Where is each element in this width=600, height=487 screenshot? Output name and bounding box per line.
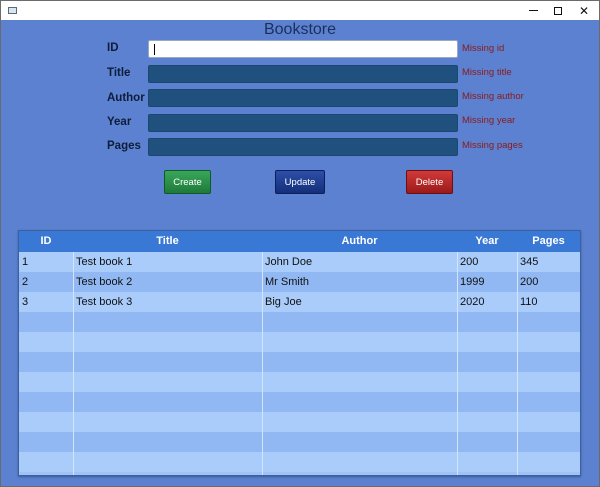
page-title: Bookstore	[263, 21, 337, 38]
cell-author: Mr Smith	[265, 276, 309, 288]
cell-year: 1999	[460, 276, 485, 288]
table-row[interactable]: 3 Test book 3 Big Joe 2020 110	[19, 292, 580, 312]
cell-author: Big Joe	[265, 296, 302, 308]
title-input[interactable]	[148, 65, 458, 83]
maximize-button[interactable]	[544, 1, 572, 20]
year-error: Missing year	[462, 115, 516, 126]
column-header-year[interactable]: Year	[457, 231, 517, 252]
empty-row	[19, 412, 580, 432]
update-button[interactable]: Update	[275, 170, 325, 194]
bookstore-panel: Bookstore ID Missing id Title Missing ti…	[1, 20, 599, 486]
cell-year: 200	[460, 256, 479, 268]
pages-error: Missing pages	[462, 140, 523, 151]
year-input[interactable]	[148, 114, 458, 132]
cell-author: John Doe	[265, 256, 313, 268]
cell-pages: 345	[520, 256, 539, 268]
table-row[interactable]: 2 Test book 2 Mr Smith 1999 200	[19, 272, 580, 292]
close-icon: ✕	[578, 3, 590, 18]
cell-title: Test book 3	[76, 296, 133, 308]
empty-row	[19, 432, 580, 452]
column-header-pages[interactable]: Pages	[517, 231, 580, 252]
table-header: ID Title Author Year Pages	[19, 231, 580, 252]
cell-id: 1	[22, 256, 29, 268]
author-error: Missing author	[462, 91, 524, 102]
column-divider	[262, 252, 263, 475]
cell-year: 2020	[460, 296, 485, 308]
cell-pages: 200	[520, 276, 539, 288]
text-caret	[154, 44, 155, 55]
column-divider	[457, 252, 458, 475]
cell-id: 3	[22, 296, 29, 308]
cell-title: Test book 1	[76, 256, 133, 268]
books-table[interactable]: ID Title Author Year Pages 1 Test book 1…	[18, 230, 581, 476]
author-input[interactable]	[148, 89, 458, 107]
close-button[interactable]: ✕	[570, 1, 598, 20]
app-icon	[8, 7, 17, 14]
table-row[interactable]: 1 Test book 1 John Doe 200 345	[19, 252, 580, 272]
author-label: Author	[107, 92, 145, 104]
column-header-id[interactable]: ID	[19, 231, 73, 252]
maximize-icon	[554, 6, 562, 15]
app-window: ✕ Bookstore ID Missing id Title Missing …	[0, 0, 600, 487]
year-label: Year	[107, 116, 132, 128]
column-divider	[73, 252, 74, 475]
id-label: ID	[107, 42, 119, 54]
cell-pages: 110	[520, 296, 538, 308]
column-header-title[interactable]: Title	[73, 231, 262, 252]
empty-row	[19, 352, 580, 372]
id-input[interactable]	[148, 40, 458, 58]
title-label: Title	[107, 67, 131, 79]
title-error: Missing title	[462, 67, 512, 78]
create-button[interactable]: Create	[164, 170, 211, 194]
cell-id: 2	[22, 276, 29, 288]
cell-title: Test book 2	[76, 276, 133, 288]
empty-row	[19, 392, 580, 412]
empty-row	[19, 312, 580, 332]
pages-label: Pages	[107, 140, 141, 152]
empty-row	[19, 332, 580, 352]
minimize-icon	[528, 10, 538, 11]
column-divider	[517, 252, 518, 475]
empty-row	[19, 372, 580, 392]
empty-row	[19, 452, 580, 472]
column-header-author[interactable]: Author	[262, 231, 457, 252]
pages-input[interactable]	[148, 138, 458, 156]
delete-button[interactable]: Delete	[406, 170, 453, 194]
minimize-button[interactable]	[519, 1, 547, 20]
id-error: Missing id	[462, 43, 505, 54]
title-bar[interactable]: ✕	[1, 1, 599, 20]
